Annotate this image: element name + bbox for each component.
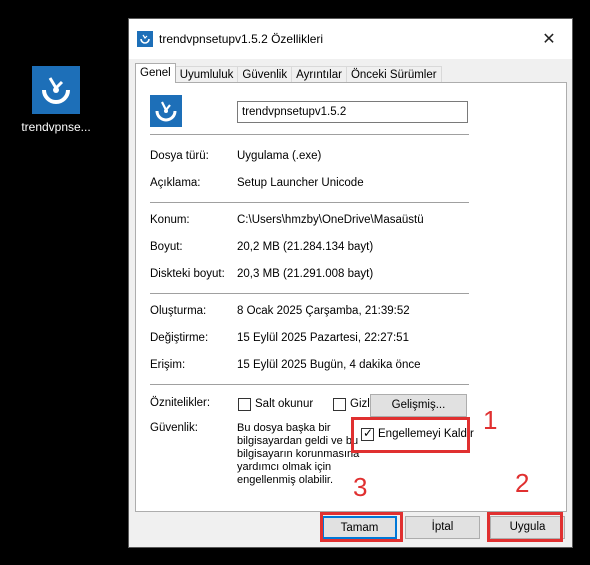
location-label: Konum: [150, 214, 190, 226]
description-label: Açıklama: [150, 177, 201, 189]
desktop-file-icon[interactable]: trendvpnse... [18, 62, 94, 134]
separator [150, 134, 469, 135]
annotation-number-1: 1 [483, 405, 498, 435]
annotation-box-apply [487, 512, 563, 542]
accessed-value: 15 Eylül 2025 Bugün, 4 dakika önce [237, 359, 421, 371]
hidden-checkbox[interactable] [333, 398, 346, 411]
annotation-number-3: 3 [353, 472, 368, 502]
disk-size-label: Diskteki boyut: [150, 268, 225, 280]
created-label: Oluşturma: [150, 305, 207, 317]
file-type-label: Dosya türü: [150, 150, 209, 162]
disk-size-value: 20,3 MB (21.291.008 bayt) [237, 268, 374, 280]
attributes-label: Öznitelikler: [150, 397, 211, 409]
advanced-button[interactable]: Gelişmiş... [370, 394, 467, 417]
description-value: Setup Launcher Unicode [237, 177, 364, 189]
tab-general[interactable]: Genel [135, 63, 176, 83]
title-bar[interactable]: trendvpnsetupv1.5.2 Özellikleri ✕ [129, 19, 572, 59]
desktop-icon-label: trendvpnse... [21, 120, 91, 134]
size-value: 20,2 MB (21.284.134 bayt) [237, 241, 374, 253]
size-label: Boyut: [150, 241, 183, 253]
app-icon [137, 31, 153, 47]
annotation-box-unblock [351, 417, 470, 453]
tab-details[interactable]: Ayrıntılar [291, 66, 347, 83]
security-label: Güvenlik: [150, 422, 198, 434]
accessed-label: Erişim: [150, 359, 186, 371]
file-type-value: Uygulama (.exe) [237, 150, 322, 162]
tab-compatibility[interactable]: Uyumluluk [174, 66, 239, 83]
separator [150, 202, 469, 203]
modified-value: 15 Eylül 2025 Pazartesi, 22:27:51 [237, 332, 409, 344]
separator [150, 293, 469, 294]
annotation-number-2: 2 [515, 468, 530, 498]
close-icon[interactable]: ✕ [526, 19, 572, 59]
properties-window: trendvpnsetupv1.5.2 Özellikleri ✕ Genel … [128, 18, 573, 548]
cancel-button[interactable]: İptal [405, 516, 480, 539]
modified-label: Değiştirme: [150, 332, 209, 344]
created-value: 8 Ocak 2025 Çarşamba, 21:39:52 [237, 305, 410, 317]
file-type-icon [150, 95, 182, 127]
trend-vpn-app-icon [32, 66, 80, 114]
readonly-checkbox[interactable] [238, 398, 251, 411]
annotation-box-ok [320, 512, 403, 542]
tab-strip: Genel Uyumluluk Güvenlik Ayrıntılar Önce… [135, 63, 442, 83]
location-value: C:\Users\hmzby\OneDrive\Masaüstü [237, 214, 424, 226]
tab-previous-versions[interactable]: Önceki Sürümler [345, 66, 442, 83]
separator [150, 384, 469, 385]
tab-security[interactable]: Güvenlik [237, 66, 293, 83]
window-title: trendvpnsetupv1.5.2 Özellikleri [159, 32, 324, 46]
filename-input[interactable] [237, 101, 468, 123]
readonly-label: Salt okunur [255, 398, 314, 410]
